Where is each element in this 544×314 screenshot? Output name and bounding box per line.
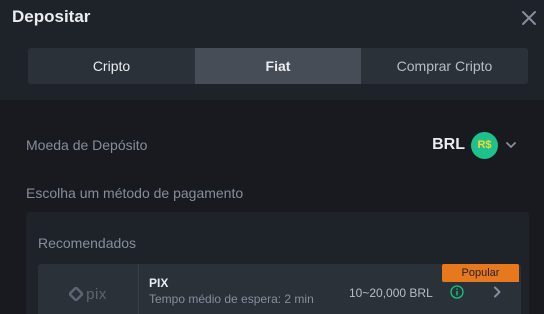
payment-method-pix[interactable]: pix PIX Tempo médio de espera: 2 min 10~… (38, 264, 521, 314)
payment-method-prompt: Escolha um método de pagamento (26, 185, 244, 201)
currency-badge-icon: R$ (471, 131, 498, 159)
close-button[interactable] (518, 7, 540, 29)
dialog-header: Depositar (0, 0, 544, 36)
chevron-down-icon (506, 142, 516, 148)
pix-diamond-icon (69, 287, 84, 301)
tab-fiat[interactable]: Fiat (195, 48, 361, 84)
payment-method-name: PIX (149, 276, 169, 290)
pix-logo-text: pix (86, 285, 107, 303)
recommended-section: Recomendados pix PIX Tempo médio de espe… (26, 212, 529, 314)
currency-label: Moeda de Depósito (26, 137, 148, 153)
recommended-title: Recomendados (38, 235, 137, 251)
payment-method-wait: Tempo médio de espera: 2 min (149, 292, 314, 306)
tab-cripto[interactable]: Cripto (28, 48, 195, 84)
pix-logo: pix (38, 264, 139, 314)
currency-select[interactable]: BRL R$ (432, 131, 518, 159)
dialog-body: Moeda de Depósito BRL R$ Escolha um méto… (0, 100, 544, 314)
tab-group: Cripto Fiat Comprar Cripto (28, 48, 528, 84)
tab-comprar-cripto[interactable]: Comprar Cripto (361, 48, 528, 84)
dialog-title: Depositar (12, 7, 91, 26)
info-icon[interactable] (450, 285, 464, 299)
currency-code: BRL (432, 136, 465, 153)
chevron-right-icon (494, 286, 501, 298)
tabs-bar: Cripto Fiat Comprar Cripto (0, 36, 544, 100)
close-icon (522, 11, 536, 25)
popular-badge: Popular (442, 264, 519, 282)
payment-method-range: 10~20,000 BRL (349, 286, 433, 300)
